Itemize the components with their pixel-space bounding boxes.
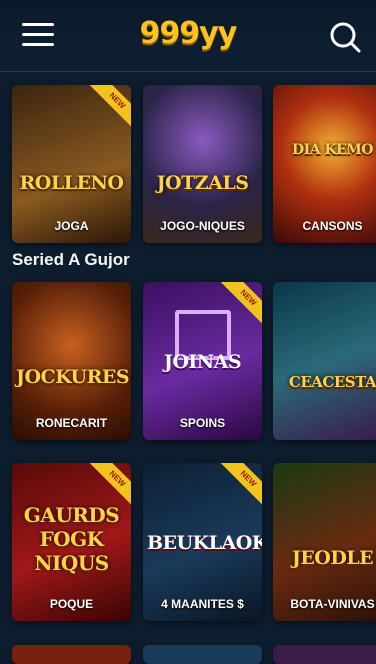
game-label: CANSONS [302,219,363,233]
search-icon[interactable] [328,20,362,54]
game-title: JOTZALS [156,172,249,194]
game-title: ROLLENO [19,172,124,194]
game-tile[interactable]: JOTZALS JOGO-NIQUES [143,85,262,243]
brand-logo[interactable]: 999yy [0,16,376,51]
game-label: JOGO-NIQUES [160,219,245,233]
game-tile[interactable]: NEW BEUKLAOK 4 MAANITES $ [143,463,262,621]
game-tile[interactable]: DIA KEMO CANSONS [273,85,376,243]
game-tile[interactable]: NEW JOINAS SPOINS [143,282,262,440]
game-title: JOINAS [163,351,242,373]
game-label: RONECARIT [35,416,108,430]
game-tile[interactable]: JEODLE BOTA-VINIVAS [273,463,376,621]
game-title: JOCKURES [16,366,130,388]
section-title: Seried A Gujor [12,250,130,269]
game-tile[interactable] [12,645,131,664]
game-tile[interactable]: NEW GAURDS FOGK NIQUS POQUE [12,463,131,621]
game-title: JEODLE [291,547,374,569]
game-tile[interactable]: NEW ROLLENO JOGA [12,85,131,243]
game-tile[interactable] [143,645,262,664]
game-art [12,645,131,664]
game-title: DIA KEMO [292,142,373,158]
game-art [143,645,262,664]
game-tile[interactable]: CEACESTA [273,282,376,440]
game-art [273,282,376,440]
game-tile[interactable]: JOCKURES RONECARIT [12,282,131,440]
game-label: POQUE [49,597,94,611]
game-title: CEACESTA [288,373,376,391]
app-header: 999yy [0,0,376,72]
game-art [273,645,376,664]
game-label: 4 MAANITES $ [161,597,244,611]
game-label: BOTA-VINIVAS [290,597,375,611]
game-title: GAURDS FOGK NIQUS [23,503,120,575]
game-title: BEUKLAOK [147,532,262,554]
game-label: JOGA [54,219,89,233]
game-label: SPOINS [179,416,226,430]
game-tile[interactable] [273,645,376,664]
